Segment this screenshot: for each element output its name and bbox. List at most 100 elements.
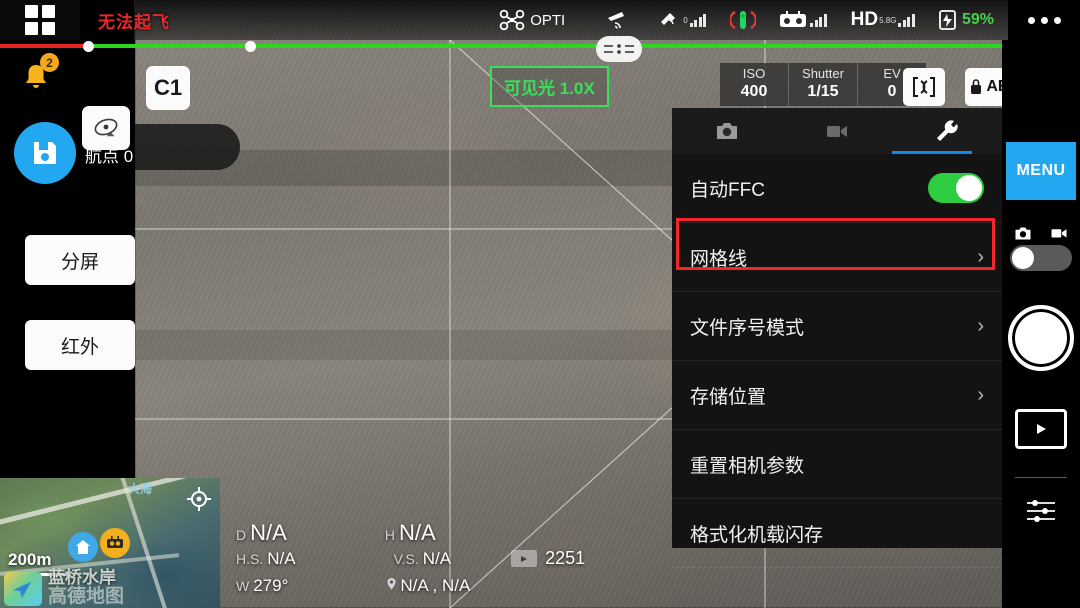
video-signal-bars: [898, 13, 915, 27]
battery-icon: [939, 10, 956, 30]
rth-beacon-icon: [730, 10, 757, 30]
menu-row-reset-camera[interactable]: 重置相机参数: [672, 430, 1002, 499]
telemetry-row: D N/A H N/A: [236, 520, 585, 548]
tab-video[interactable]: [782, 108, 892, 154]
telemetry-height: H N/A: [385, 520, 436, 546]
c1-custom-button[interactable]: C1: [146, 66, 190, 110]
top-status-bar: 无法起飞 OPTI 0 HD 5.8G 59%: [0, 0, 1080, 40]
more-options-button[interactable]: [1008, 0, 1080, 40]
camera-sliders-button[interactable]: [1025, 498, 1057, 529]
gimbal-control-icon: [94, 118, 118, 137]
play-triangle-icon: [521, 555, 528, 562]
telemetry-row: W 279° N/A , N/A: [236, 576, 585, 604]
playback-button[interactable]: [1015, 409, 1067, 449]
satellite-icon: [661, 13, 676, 25]
telemetry-key: H: [384, 527, 395, 543]
gimbal-pitch-indicator-icon: [604, 44, 634, 54]
progress-critical-segment: [0, 44, 88, 48]
telemetry-value: N/A: [398, 520, 436, 545]
remote-controller-indicator[interactable]: [778, 10, 827, 30]
shutter-button[interactable]: [1008, 305, 1074, 371]
menu-button[interactable]: MENU: [1006, 142, 1076, 200]
capture-mode-switcher[interactable]: [1010, 226, 1072, 271]
battery-indicator[interactable]: 59%: [937, 9, 994, 31]
remote-controller-icon: [780, 11, 807, 27]
progress-knob-low: [83, 41, 94, 52]
battery-progress-bar: [0, 41, 1080, 52]
telemetry-key: H.S.: [236, 550, 264, 567]
exposure-cell[interactable]: ISO 400: [720, 63, 789, 106]
exposure-settings-bar[interactable]: ISO 400 Shutter 1/15 EV 0: [720, 63, 926, 106]
gps-indicator[interactable]: 0: [659, 10, 707, 30]
camera-icon: [1015, 227, 1031, 240]
telemetry-key: V.S.: [393, 550, 419, 567]
save-waypoint-button[interactable]: [14, 122, 76, 184]
flight-mode-indicator[interactable]: OPTI: [499, 9, 565, 31]
telemetry-v-speed: V.S. N/A: [394, 549, 452, 569]
vision-system-indicator[interactable]: [605, 9, 633, 31]
settings-tab-bar: [672, 108, 1002, 154]
tab-settings[interactable]: [892, 108, 1002, 154]
vision-sensor-icon: [608, 12, 625, 29]
gimbal-pitch-indicator[interactable]: [596, 36, 642, 62]
telemetry-row: H.S. N/A V.S. N/A 2251: [236, 548, 585, 576]
menu-row-format-storage[interactable]: 格式化机载闪存: [672, 499, 1002, 568]
auto-ffc-toggle[interactable]: [928, 173, 984, 203]
drone-controller-app: 无法起飞 OPTI 0 HD 5.8G 59% 2 航点 0 分屏 红外 C1 …: [0, 0, 1080, 608]
right-control-column: MENU: [1002, 40, 1080, 608]
manual-focus-button[interactable]: [903, 68, 945, 106]
grid-menu-icon: [25, 5, 55, 35]
exposure-key: ISO: [742, 66, 766, 81]
battery-percent: 59%: [961, 11, 994, 28]
telemetry-h-speed: H.S. N/A: [236, 549, 296, 569]
waypoint-count-label: 航点 0: [85, 147, 134, 166]
split-screen-button[interactable]: 分屏: [25, 235, 135, 285]
playback-icon: [1037, 424, 1046, 434]
video-link-indicator[interactable]: HD 5.8G: [851, 9, 915, 31]
chevron-right-icon: ›: [977, 245, 984, 268]
tab-photo[interactable]: [672, 108, 782, 154]
rth-indicator[interactable]: [730, 8, 757, 32]
notification-button[interactable]: 2: [22, 53, 59, 97]
chevron-right-icon: ›: [977, 314, 984, 337]
progress-safe-segment: [88, 44, 1080, 48]
infrared-button[interactable]: 红外: [25, 320, 135, 370]
menu-row-file-index-mode[interactable]: 文件序号模式 ›: [672, 292, 1002, 361]
telemetry-value: 279°: [253, 576, 289, 595]
zoom-level-badge[interactable]: 可见光 1.0X: [490, 66, 609, 107]
flight-mode-label: OPTI: [530, 11, 566, 29]
telemetry-key: D: [236, 527, 247, 543]
menu-row-label: 文件序号模式: [690, 317, 805, 339]
notification-badge: 2: [40, 53, 59, 72]
manual-focus-icon: [913, 77, 935, 97]
telemetry-overlay: D N/A H N/A H.S. N/A V.S. N/A 2251 W 279…: [236, 520, 585, 604]
telemetry-value: N/A: [267, 548, 296, 568]
exposure-cell[interactable]: Shutter 1/15: [789, 63, 858, 106]
capture-mode-toggle[interactable]: [1010, 245, 1072, 271]
rc-signal-bars: [810, 13, 827, 27]
telemetry-value: N/A , N/A: [400, 576, 471, 595]
sliders-icon: [1027, 500, 1055, 522]
home-point-marker[interactable]: [68, 532, 98, 562]
exposure-value: 1/15: [807, 83, 839, 100]
recenter-map-button[interactable]: [186, 486, 212, 512]
menu-row-label: 重置相机参数: [690, 455, 805, 477]
lock-icon: [971, 79, 982, 94]
exposure-key: EV: [883, 66, 901, 81]
feed-info-pill: [120, 124, 240, 170]
capture-mode-icons: [1010, 226, 1072, 245]
media-count-label: 2251: [545, 548, 586, 568]
map-widget[interactable]: 大海 200m 蓝桥水岸 高德地图: [0, 478, 220, 608]
grid-menu-button[interactable]: [0, 0, 80, 40]
progress-knob-rth: [245, 41, 256, 52]
amap-logo-icon: [13, 582, 31, 598]
status-icon-group: OPTI 0 HD 5.8G 59%: [499, 0, 998, 40]
menu-row-storage-location[interactable]: 存储位置 ›: [672, 361, 1002, 430]
map-logo: [4, 572, 42, 606]
media-counter[interactable]: 2251: [511, 548, 585, 569]
drone-marker[interactable]: [100, 528, 130, 558]
menu-row-grid-lines[interactable]: 网格线 ›: [672, 223, 1002, 292]
menu-row-auto-ffc[interactable]: 自动FFC: [672, 154, 1002, 223]
gps-count: 0: [683, 15, 688, 25]
divider: [1015, 477, 1067, 478]
